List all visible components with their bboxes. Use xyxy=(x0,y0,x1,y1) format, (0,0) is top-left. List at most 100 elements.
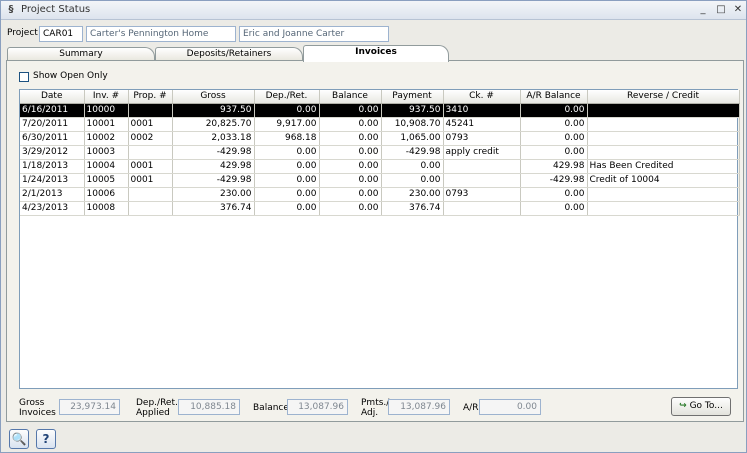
col-ar-balance-header[interactable]: A/R Balance xyxy=(520,90,588,104)
minimize-button[interactable]: _ xyxy=(696,3,710,17)
cell-date: 7/20/2011 xyxy=(20,117,85,132)
cell-invoice: 10006 xyxy=(84,187,129,202)
go-to-arrow-icon: ↪ xyxy=(679,401,687,411)
cell-gross: 937.50 xyxy=(172,103,255,118)
table-row[interactable]: 4/23/2013 10008 376.74 0.00 0.00 376.74 … xyxy=(20,201,740,216)
cell-payment: 937.50 xyxy=(381,103,444,118)
app-icon: § xyxy=(8,4,14,15)
cell-ar-balance: 429.98 xyxy=(520,159,588,174)
cell-reverse-credit xyxy=(587,187,740,202)
cell-payment: 376.74 xyxy=(381,201,444,216)
cell-dep-ret: 9,917.00 xyxy=(254,117,320,132)
title-bar: § Project Status _ □ ✕ xyxy=(1,1,746,20)
cell-check: 3410 xyxy=(443,103,521,118)
cell-reverse-credit xyxy=(587,117,740,132)
cell-payment: 0.00 xyxy=(381,159,444,174)
cell-gross: -429.98 xyxy=(172,145,255,160)
table-row[interactable]: 3/29/2012 10003 -429.98 0.00 0.00 -429.9… xyxy=(20,145,740,160)
cell-payment: 0.00 xyxy=(381,173,444,188)
maximize-button[interactable]: □ xyxy=(714,3,728,17)
cell-dep-ret: 0.00 xyxy=(254,201,320,216)
cell-balance: 0.00 xyxy=(319,145,382,160)
cell-proposal: 0001 xyxy=(128,159,173,174)
cell-invoice: 10003 xyxy=(84,145,129,160)
cell-dep-ret: 0.00 xyxy=(254,103,320,118)
table-row[interactable]: 2/1/2013 10006 230.00 0.00 0.00 230.00 0… xyxy=(20,187,740,202)
cell-dep-ret: 0.00 xyxy=(254,145,320,160)
ar-label: A/R xyxy=(463,403,479,413)
invoices-grid[interactable]: Date Inv. # Prop. # Gross Dep./Ret. Bala… xyxy=(19,89,740,389)
cell-check xyxy=(443,173,521,188)
help-button[interactable]: ? xyxy=(36,429,56,449)
table-row[interactable]: 7/20/2011 10001 0001 20,825.70 9,917.00 … xyxy=(20,117,740,132)
col-proposal-header[interactable]: Prop. # xyxy=(128,90,173,104)
table-row[interactable]: 6/16/2011 10000 937.50 0.00 0.00 937.50 … xyxy=(20,103,740,118)
cell-ar-balance: 0.00 xyxy=(520,145,588,160)
cell-gross: 2,033.18 xyxy=(172,131,255,146)
cell-gross: 230.00 xyxy=(172,187,255,202)
project-client-field[interactable]: Eric and Joanne Carter xyxy=(239,26,389,42)
cell-balance: 0.00 xyxy=(319,117,382,132)
cell-balance: 0.00 xyxy=(319,103,382,118)
cell-check xyxy=(443,159,521,174)
col-gross-header[interactable]: Gross xyxy=(172,90,255,104)
cell-proposal xyxy=(128,201,173,216)
cell-reverse-credit xyxy=(587,131,740,146)
cell-reverse-credit xyxy=(587,201,740,216)
cell-check: 0793 xyxy=(443,131,521,146)
project-name-field[interactable]: Carter's Pennington Home xyxy=(86,26,236,42)
invoices-panel: Show Open Only Date Inv. # Prop. # Gross… xyxy=(6,60,744,422)
cell-date: 1/18/2013 xyxy=(20,159,85,174)
gross-label-line1: Gross xyxy=(19,398,45,408)
cell-ar-balance: 0.00 xyxy=(520,103,588,118)
cell-payment: 230.00 xyxy=(381,187,444,202)
col-invoice-header[interactable]: Inv. # xyxy=(84,90,129,104)
col-check-header[interactable]: Ck. # xyxy=(443,90,521,104)
tab-invoices[interactable]: Invoices xyxy=(303,45,449,62)
cell-ar-balance: 0.00 xyxy=(520,131,588,146)
cell-date: 4/23/2013 xyxy=(20,201,85,216)
show-open-only-label: Show Open Only xyxy=(33,71,108,81)
dep-label-line1: Dep./Ret. xyxy=(136,398,178,408)
cell-proposal: 0001 xyxy=(128,117,173,132)
close-button[interactable]: ✕ xyxy=(731,3,745,17)
go-to-label: Go To... xyxy=(689,401,723,411)
search-button[interactable]: 🔍 xyxy=(9,429,29,449)
table-header-row: Date Inv. # Prop. # Gross Dep./Ret. Bala… xyxy=(20,90,740,104)
cell-reverse-credit: Credit of 10004 xyxy=(587,173,740,188)
table-row[interactable]: 1/18/2013 10004 0001 429.98 0.00 0.00 0.… xyxy=(20,159,740,174)
tab-strip: Summary Deposits/Retainers Invoices xyxy=(7,45,747,62)
project-status-window: § Project Status _ □ ✕ Project CAR01 Car… xyxy=(0,0,747,453)
pmts-label-line1: Pmts./ xyxy=(361,398,390,408)
help-icon: ? xyxy=(42,432,50,446)
pmts-label-line2: Adj. xyxy=(361,408,379,418)
cell-dep-ret: 968.18 xyxy=(254,131,320,146)
cell-invoice: 10000 xyxy=(84,103,129,118)
cell-reverse-credit xyxy=(587,145,740,160)
cell-proposal: 0002 xyxy=(128,131,173,146)
cell-payment: -429.98 xyxy=(381,145,444,160)
gross-label-line2: Invoices xyxy=(19,408,56,418)
cell-check: 45241 xyxy=(443,117,521,132)
col-reverse-credit-header[interactable]: Reverse / Credit xyxy=(587,90,740,104)
col-payment-header[interactable]: Payment xyxy=(381,90,444,104)
table-row[interactable]: 1/24/2013 10005 0001 -429.98 0.00 0.00 0… xyxy=(20,173,740,188)
table-row[interactable]: 6/30/2011 10002 0002 2,033.18 968.18 0.0… xyxy=(20,131,740,146)
project-code-field[interactable]: CAR01 xyxy=(39,26,83,42)
cell-ar-balance: 0.00 xyxy=(520,201,588,216)
dep-ret-applied-field: 10,885.18 xyxy=(178,399,240,415)
project-label: Project xyxy=(7,28,38,38)
col-balance-header[interactable]: Balance xyxy=(319,90,382,104)
col-dep-ret-header[interactable]: Dep./Ret. xyxy=(254,90,320,104)
cell-balance: 0.00 xyxy=(319,131,382,146)
go-to-button[interactable]: ↪ Go To... xyxy=(671,397,731,416)
invoices-table: Date Inv. # Prop. # Gross Dep./Ret. Bala… xyxy=(20,90,740,216)
cell-invoice: 10001 xyxy=(84,117,129,132)
cell-date: 1/24/2013 xyxy=(20,173,85,188)
col-date-header[interactable]: Date xyxy=(20,90,85,104)
pmts-adj-label: Pmts./ Adj. xyxy=(361,398,389,418)
cell-dep-ret: 0.00 xyxy=(254,173,320,188)
cell-proposal xyxy=(128,145,173,160)
show-open-only-checkbox[interactable] xyxy=(19,72,29,82)
cell-ar-balance: -429.98 xyxy=(520,173,588,188)
